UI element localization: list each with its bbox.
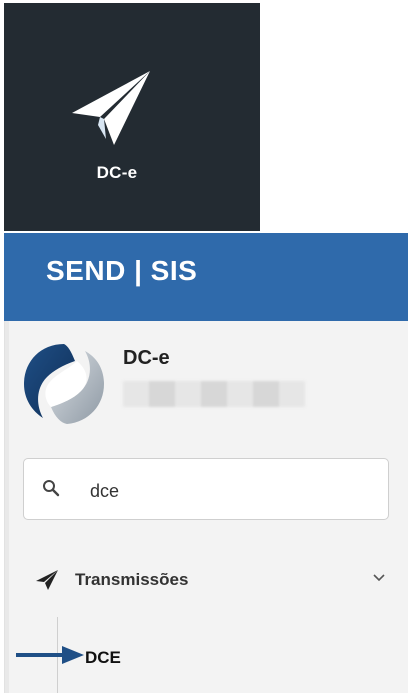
search-field[interactable] (23, 458, 389, 520)
arrow-right-icon (16, 646, 84, 664)
nav-group-transmissoes[interactable]: Transmissões (5, 555, 408, 605)
nav-item-dce[interactable]: DCE (85, 648, 121, 668)
nav-group-label: Transmissões (75, 570, 189, 589)
search-icon (43, 480, 60, 497)
paper-plane-icon (72, 71, 150, 145)
sidebar-edge (5, 321, 9, 693)
app-header: SEND | SIS (4, 233, 408, 321)
app-tile-dce[interactable]: DC-e (4, 3, 260, 231)
sidebar: DC-e Transmissões DCE (4, 321, 408, 693)
chevron-down-icon[interactable] (372, 571, 386, 585)
search-input[interactable] (88, 475, 372, 507)
profile-subtitle-redacted (123, 381, 305, 407)
profile-name: DC-e (123, 347, 170, 369)
brand-title: SEND | SIS (46, 255, 198, 286)
app-tile-label: DC-e (96, 163, 138, 182)
company-logo (24, 344, 104, 424)
send-icon (36, 570, 58, 590)
